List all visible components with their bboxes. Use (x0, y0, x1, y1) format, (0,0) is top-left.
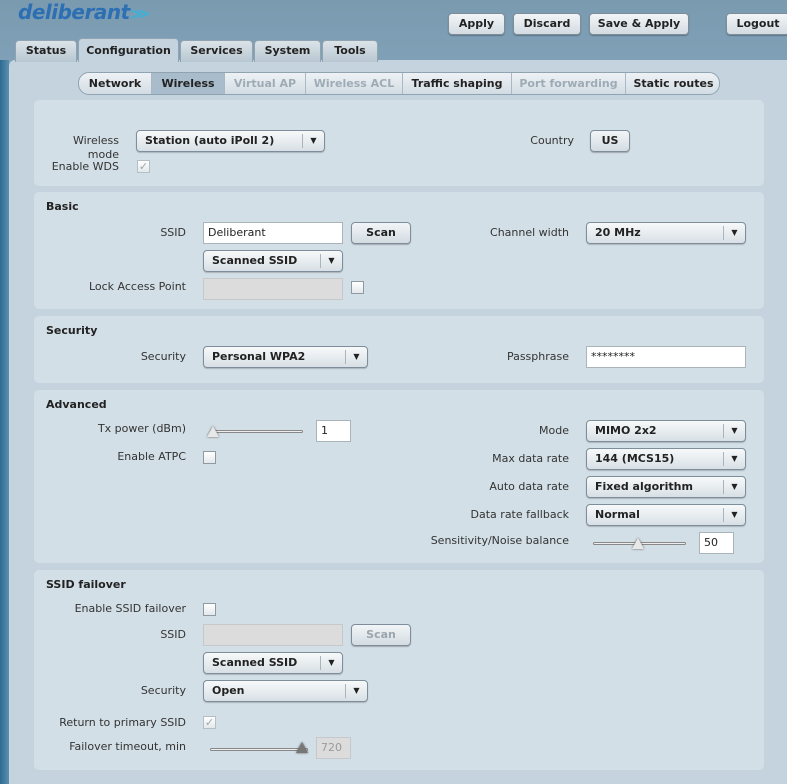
channel-width-value: 20 MHz (595, 226, 641, 239)
scanned-ssid-value: Scanned SSID (212, 254, 298, 267)
atpc-checkbox[interactable] (203, 451, 216, 464)
fallback-select[interactable]: Normal ▼ (586, 504, 746, 526)
wireless-mode-value: Station (auto iPoll 2) (145, 134, 275, 147)
chevron-down-icon: ▼ (345, 684, 367, 698)
subtab-port-forwarding[interactable]: Port forwarding (512, 73, 626, 94)
failover-timeout-label: Failover timeout, min (69, 740, 186, 753)
security-label: Security (140, 350, 186, 363)
chevron-down-icon: ▼ (723, 508, 745, 522)
failover-ssid-label: SSID (160, 628, 186, 641)
discard-button[interactable]: Discard (513, 13, 581, 35)
save-apply-button[interactable]: Save & Apply (589, 13, 689, 35)
max-rate-select[interactable]: 144 (MCS15) ▼ (586, 448, 746, 470)
failover-security-label: Security (140, 684, 186, 697)
enable-failover-checkbox[interactable] (203, 603, 216, 616)
failover-scanned-ssid-select[interactable]: Scanned SSID ▼ (203, 652, 343, 674)
auto-rate-value: Fixed algorithm (595, 480, 693, 493)
failover-scan-button[interactable]: Scan (351, 624, 411, 646)
failover-timeout-slider-thumb[interactable] (296, 742, 308, 753)
left-edge (0, 60, 9, 784)
chevron-down-icon: ▼ (302, 134, 324, 148)
tx-power-label: Tx power (dBm) (97, 422, 186, 435)
chevron-down-icon: ▼ (320, 254, 342, 268)
logo-text: deliberant (18, 0, 130, 24)
security-select[interactable]: Personal WPA2 ▼ (203, 346, 368, 368)
failover-ssid-input[interactable] (203, 624, 343, 646)
tab-system[interactable]: System (254, 40, 321, 62)
tx-power-slider-track[interactable] (210, 430, 303, 433)
failover-timeout-slider-track[interactable] (210, 748, 308, 751)
chevron-down-icon: ▼ (723, 452, 745, 466)
sensitivity-slider-thumb[interactable] (632, 538, 644, 549)
lock-ap-label: Lock Access Point (88, 280, 186, 293)
subtab-static-routes[interactable]: Static routes (626, 73, 719, 94)
mode-select[interactable]: MIMO 2x2 ▼ (586, 420, 746, 442)
enable-failover-label: Enable SSID failover (74, 602, 186, 615)
subtab-wireless-acl[interactable]: Wireless ACL (306, 73, 403, 94)
mode-label: Mode (539, 424, 569, 437)
mode-value: MIMO 2x2 (595, 424, 657, 437)
failover-timeout-input[interactable]: 720 (316, 737, 351, 759)
logo-chevron-icon: >> (129, 4, 151, 23)
chevron-down-icon: ▼ (723, 424, 745, 438)
channel-width-label: Channel width (490, 226, 569, 239)
country-label: Country (530, 134, 574, 147)
passphrase-input[interactable]: ******** (586, 346, 746, 368)
failover-scanned-ssid-value: Scanned SSID (212, 656, 298, 669)
failover-title: SSID failover (46, 578, 126, 591)
max-rate-value: 144 (MCS15) (595, 452, 675, 465)
tx-power-slider-thumb[interactable] (207, 426, 219, 437)
failover-security-select[interactable]: Open ▼ (203, 680, 368, 702)
security-value: Personal WPA2 (212, 350, 306, 363)
tab-configuration[interactable]: Configuration (78, 38, 179, 62)
tab-status[interactable]: Status (15, 40, 77, 62)
ssid-label: SSID (160, 226, 186, 239)
subtab-wireless[interactable]: Wireless (152, 73, 225, 94)
subtab-network[interactable]: Network (79, 73, 152, 94)
scanned-ssid-select[interactable]: Scanned SSID ▼ (203, 250, 343, 272)
ssid-input[interactable]: Deliberant (203, 222, 343, 244)
chevron-down-icon: ▼ (320, 656, 342, 670)
logout-button[interactable]: Logout (726, 13, 787, 35)
wireless-mode-select[interactable]: Station (auto iPoll 2) ▼ (136, 130, 325, 152)
failover-security-value: Open (212, 684, 245, 697)
fallback-label: Data rate fallback (470, 508, 569, 521)
apply-button[interactable]: Apply (448, 13, 505, 35)
subtab-bar: Network Wireless Virtual AP Wireless ACL… (78, 72, 720, 95)
tab-tools[interactable]: Tools (322, 40, 378, 62)
logo: deliberant>> (18, 0, 151, 24)
return-primary-label: Return to primary SSID (59, 716, 186, 729)
atpc-label: Enable ATPC (117, 450, 186, 463)
tx-power-input[interactable]: 1 (316, 420, 351, 442)
fallback-value: Normal (595, 508, 640, 521)
enable-wds-checkbox[interactable]: ✓ (137, 160, 150, 173)
lock-ap-input[interactable] (203, 278, 343, 300)
auto-rate-select[interactable]: Fixed algorithm ▼ (586, 476, 746, 498)
security-title: Security (46, 324, 98, 337)
passphrase-label: Passphrase (506, 350, 569, 363)
sensitivity-input[interactable]: 50 (699, 532, 734, 554)
advanced-title: Advanced (46, 398, 107, 411)
subtab-virtual-ap[interactable]: Virtual AP (225, 73, 306, 94)
channel-width-select[interactable]: 20 MHz ▼ (586, 222, 746, 244)
auto-rate-label: Auto data rate (489, 480, 569, 493)
lock-ap-checkbox[interactable] (351, 281, 364, 294)
sensitivity-label: Sensitivity/Noise balance (430, 534, 569, 547)
enable-wds-label: Enable WDS (51, 160, 119, 173)
return-primary-checkbox[interactable]: ✓ (203, 716, 216, 729)
wireless-mode-label: Wireless mode (72, 134, 119, 161)
chevron-down-icon: ▼ (723, 480, 745, 494)
country-button[interactable]: US (590, 130, 630, 152)
basic-title: Basic (46, 200, 79, 213)
subtab-traffic-shaping[interactable]: Traffic shaping (403, 73, 512, 94)
chevron-down-icon: ▼ (723, 226, 745, 240)
tab-services[interactable]: Services (180, 40, 253, 62)
chevron-down-icon: ▼ (345, 350, 367, 364)
max-rate-label: Max data rate (492, 452, 569, 465)
